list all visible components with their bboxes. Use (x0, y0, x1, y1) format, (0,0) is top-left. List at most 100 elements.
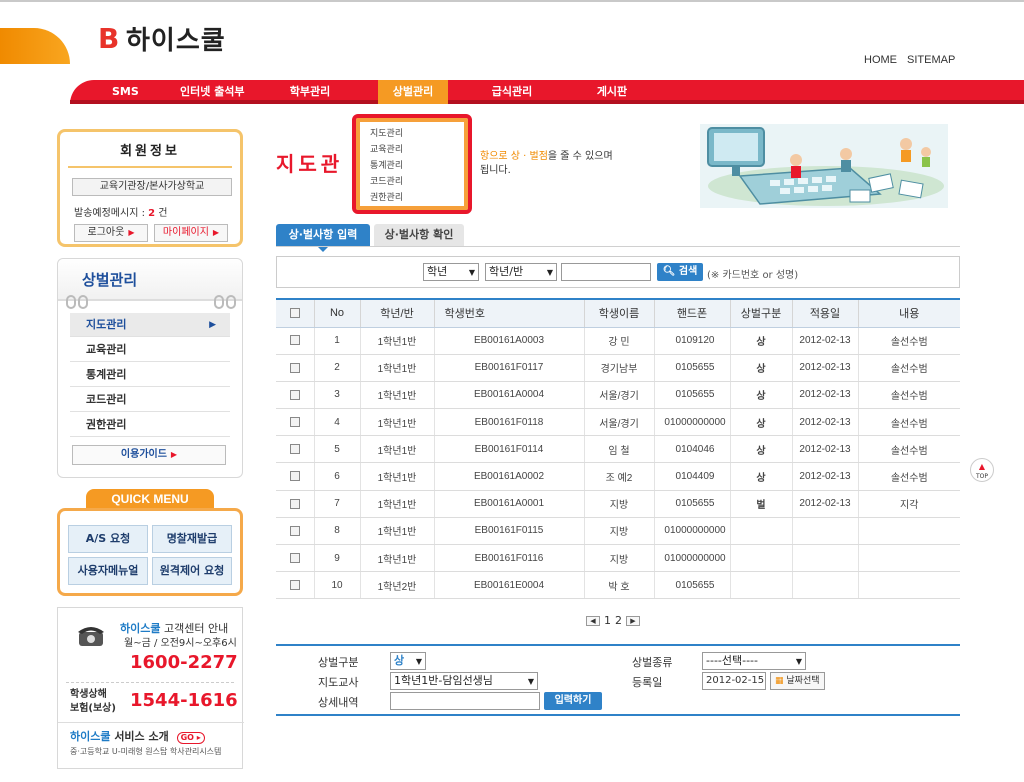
cell-type: 벌 (730, 490, 793, 518)
search-button[interactable]: 🔍︎ 검색 (657, 263, 703, 281)
top-links: HOME SITEMAP (864, 54, 955, 66)
grade-select[interactable]: 학년 ▼ (423, 263, 479, 281)
search-input[interactable] (561, 263, 651, 281)
dropdown-item-education[interactable]: 교육관리 (370, 142, 454, 158)
customer-center-phone: 1600-2277 (130, 652, 238, 673)
type-select[interactable]: 상 ▼ (390, 652, 426, 670)
cell-no: 5 (314, 435, 361, 464)
quick-menu: A/S 요청 명찰재발급 사용자메뉴얼 원격제어 요청 (57, 508, 243, 596)
table-row[interactable]: 10 1학년2반 EB00161E0004 박 호 0105655 (276, 571, 960, 600)
cell-student-name: 지방 (584, 490, 655, 518)
tab-record-input[interactable]: 상·벌사항 입력 (276, 224, 370, 252)
table-row[interactable]: 6 1학년1반 EB00161A0002 조 예2 0104409 상 2012-02-13… (276, 462, 960, 491)
logout-button[interactable]: 로그아웃 ▶ (74, 224, 148, 242)
as-request-button[interactable]: A/S 요청 (68, 525, 148, 553)
detail-field[interactable] (390, 692, 540, 710)
cell-student-name: 조 예2 (584, 462, 655, 491)
row-checkbox[interactable] (289, 362, 300, 373)
quick-menu-label: QUICK MENU (86, 489, 214, 509)
table-row[interactable]: 3 1학년1반 EB00161A0004 서울/경기 0105655 상 2012-02-1… (276, 381, 960, 410)
pagination: ◀ 1 2 ▶ (586, 614, 640, 627)
teacher-select[interactable]: 1학년1반-담임선생님 ▼ (390, 672, 538, 690)
nav-item-reward-punish[interactable]: 상벌관리 (378, 80, 448, 104)
side-menu-item-education[interactable]: 교육관리 (70, 338, 230, 362)
nav-item-attendance[interactable]: 인터넷 출석부 (180, 80, 245, 104)
cell-student-name: 지방 (584, 517, 655, 546)
cell-no: 9 (314, 544, 361, 573)
remote-control-button[interactable]: 원격제어 요청 (152, 557, 232, 585)
cell-content: 솔선수범 (858, 327, 960, 355)
row-checkbox[interactable] (289, 552, 300, 563)
user-guide-label: 이용가이드 (120, 449, 167, 460)
page-1[interactable]: 1 (604, 614, 611, 627)
cell-student-id: EB00161F0114 (434, 435, 585, 464)
mypage-button[interactable]: 마이페이지 ▶ (154, 224, 228, 242)
dropdown-item-code[interactable]: 코드관리 (370, 174, 454, 190)
user-manual-button[interactable]: 사용자메뉴얼 (68, 557, 148, 585)
cell-phone: 01000000000 (654, 544, 731, 573)
row-checkbox[interactable] (289, 498, 300, 509)
nametag-reissue-button[interactable]: 명찰재발급 (152, 525, 232, 553)
table-row[interactable]: 4 1학년1반 EB00161F0118 서울/경기 01000000000 상 2012-… (276, 408, 960, 437)
cell-student-name: 지방 (584, 544, 655, 573)
select-all-checkbox[interactable] (289, 308, 300, 319)
row-checkbox[interactable] (289, 471, 300, 482)
cell-type (730, 544, 793, 573)
class-select[interactable]: 학년/반 ▼ (485, 263, 557, 281)
table-row[interactable]: 7 1학년1반 EB00161A0001 지방 0105655 벌 2012-02-13 지각 (276, 490, 960, 518)
logo[interactable]: B 하이스쿨 (98, 20, 226, 57)
side-menu-item-guidance[interactable]: 지도관리 ▶ (70, 313, 230, 337)
cell-class: 1학년1반 (360, 354, 435, 382)
side-menu-item-permission[interactable]: 권한관리 (70, 413, 230, 437)
caret-down-icon: ▼ (546, 268, 553, 277)
cell-date: 2012-02-13 (792, 408, 859, 437)
cell-type (730, 517, 793, 546)
table-row[interactable]: 9 1학년1반 EB00161F0116 지방 01000000000 (276, 544, 960, 573)
date-field[interactable]: 2012-02-15 (702, 672, 766, 690)
col-student-id: 학생번호 (434, 298, 585, 328)
row-checkbox[interactable] (289, 580, 300, 591)
dropdown-item-guidance[interactable]: 지도관리 (370, 126, 454, 142)
next-page-button[interactable]: ▶ (626, 615, 640, 626)
row-checkbox[interactable] (289, 417, 300, 428)
prev-page-button[interactable]: ◀ (586, 615, 600, 626)
page-2[interactable]: 2 (615, 614, 622, 627)
cell-student-id: EB00161A0001 (434, 490, 585, 518)
cell-student-id: EB00161A0002 (434, 462, 585, 491)
cell-no: 4 (314, 408, 361, 437)
row-checkbox[interactable] (289, 525, 300, 536)
service-go-button[interactable]: GO ▸ (176, 732, 205, 744)
row-checkbox[interactable] (289, 335, 300, 346)
table-row[interactable]: 5 1학년1반 EB00161F0114 임 철 0104046 상 2012-02-13 솔… (276, 435, 960, 464)
row-checkbox[interactable] (289, 389, 300, 400)
kind-select[interactable]: ----선택---- ▼ (702, 652, 806, 670)
table-row[interactable]: 2 1학년1반 EB00161F0117 경기남부 0105655 상 2012-02-13… (276, 354, 960, 382)
nav-item-sms[interactable]: SMS (112, 80, 139, 104)
binder-ring-icon (66, 295, 76, 309)
nav-item-meal[interactable]: 급식관리 (490, 80, 534, 104)
scroll-top-button[interactable]: ▲ TOP (970, 458, 994, 482)
table-row[interactable]: 8 1학년1반 EB00161F0115 지방 01000000000 (276, 517, 960, 546)
row-checkbox[interactable] (289, 444, 300, 455)
cell-type: 상 (730, 462, 793, 491)
side-menu-item-stats[interactable]: 통계관리 (70, 363, 230, 387)
cell-student-id: EB00161E0004 (434, 571, 585, 600)
table-row[interactable]: 1 1학년1반 EB00161A0003 강 민 0109120 상 2012-02-13 솔… (276, 327, 960, 355)
binder-ring-icon (226, 295, 236, 309)
nav-item-parents[interactable]: 학부관리 (288, 80, 332, 104)
date-picker-button[interactable]: ▦ 날짜선택 (770, 672, 825, 690)
home-link[interactable]: HOME (864, 54, 897, 66)
cell-student-id: EB00161F0115 (434, 517, 585, 546)
user-guide-button[interactable]: 이용가이드 ▶ (72, 445, 226, 465)
side-menu-item-code[interactable]: 코드관리 (70, 388, 230, 412)
tab-underline (276, 246, 960, 247)
row-checkbox-cell (276, 408, 315, 437)
nav-dropdown: 지도관리 교육관리 통계관리 코드관리 권한관리 (352, 114, 472, 214)
submit-button[interactable]: 입력하기 (544, 692, 602, 710)
nav-item-board[interactable]: 게시판 (596, 80, 628, 104)
tab-record-check[interactable]: 상·벌사항 확인 (374, 224, 464, 246)
dropdown-item-stats[interactable]: 통계관리 (370, 158, 454, 174)
dropdown-item-permission[interactable]: 권한관리 (370, 190, 454, 206)
sitemap-link[interactable]: SITEMAP (907, 54, 955, 66)
cell-class: 1학년1반 (360, 381, 435, 410)
